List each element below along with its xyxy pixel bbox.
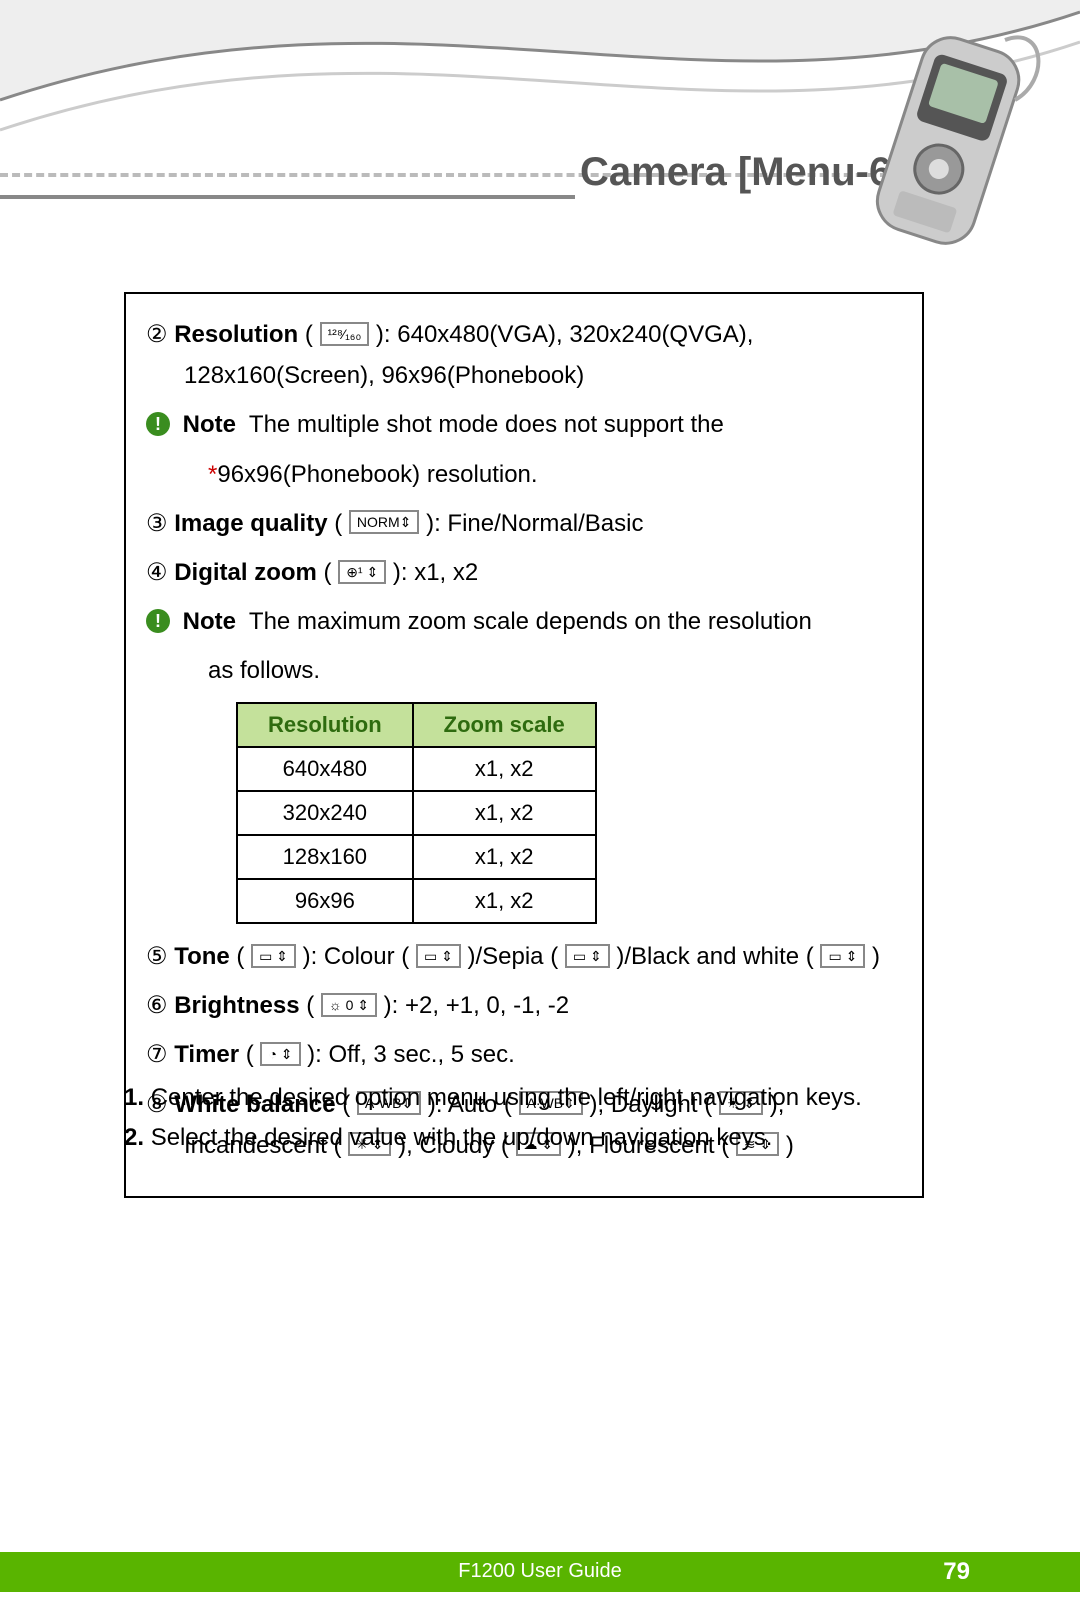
note-zoom-cont: as follows.: [146, 652, 902, 689]
note-zoom: ! Note The maximum zoom scale depends on…: [146, 603, 902, 640]
note-resolution: ! Note The multiple shot mode does not s…: [146, 406, 902, 443]
zoom-scale-table: Resolution Zoom scale 640x480x1, x2 320x…: [236, 702, 597, 924]
item-number-7: ⑦: [146, 1041, 168, 1068]
item-number-4: ④: [146, 559, 168, 586]
option-values: Off, 3 sec., 5 sec.: [329, 1041, 515, 1068]
option-label: Image quality: [174, 510, 327, 537]
page-footer: F1200 User Guide 79: [0, 1552, 1080, 1592]
tone-sepia-icon: ▭ ⇕: [565, 944, 610, 968]
tone-colour-icon: ▭ ⇕: [416, 944, 461, 968]
item-number-5: ⑤: [146, 943, 168, 970]
table-header-zoom: Zoom scale: [413, 703, 596, 747]
note-resolution-cont: *96x96(Phonebook) resolution.: [146, 456, 902, 493]
phone-illustration: [835, 20, 1055, 280]
header-solid-divider: [0, 195, 575, 199]
footer-guide-title: F1200 User Guide: [458, 1560, 621, 1583]
instruction-step-1: 1. Center the desired option menu using …: [124, 1080, 924, 1116]
item-number-3: ③: [146, 510, 168, 537]
tone-bw-icon: ▭ ⇕: [820, 944, 865, 968]
option-resolution: ② Resolution ( ¹²⁸⁄₁₆₀ ): 640x480(VGA), …: [146, 316, 902, 353]
option-label: Resolution: [174, 321, 298, 348]
item-number-6: ⑥: [146, 992, 168, 1019]
note-label: Note: [183, 411, 236, 438]
option-brightness: ⑥ Brightness ( ☼ 0 ⇕ ): +2, +1, 0, -1, -…: [146, 987, 902, 1024]
note-asterisk: *: [208, 461, 217, 488]
brightness-icon: ☼ 0 ⇕: [321, 993, 377, 1017]
table-row: 640x480x1, x2: [237, 747, 596, 791]
note-text: The maximum zoom scale depends on the re…: [249, 608, 812, 635]
item-number-2: ②: [146, 321, 168, 348]
note-label: Note: [183, 608, 236, 635]
options-box: ② Resolution ( ¹²⁸⁄₁₆₀ ): 640x480(VGA), …: [124, 292, 924, 1198]
option-values: x1, x2: [414, 559, 478, 586]
option-values: +2, +1, 0, -1, -2: [405, 992, 569, 1019]
table-row: 128x160x1, x2: [237, 835, 596, 879]
option-image-quality: ③ Image quality ( NORM⇕ ): Fine/Normal/B…: [146, 505, 902, 542]
footer-page-number: 79: [943, 1558, 970, 1586]
option-label: Timer: [174, 1041, 239, 1068]
option-values: Fine/Normal/Basic: [447, 510, 643, 537]
option-label: Digital zoom: [174, 559, 317, 586]
table-row: 320x240x1, x2: [237, 791, 596, 835]
option-label: Brightness: [174, 992, 299, 1019]
note-icon: !: [146, 412, 170, 436]
option-values: 640x480(VGA), 320x240(QVGA),: [397, 321, 753, 348]
tone-icon: ▭ ⇕: [251, 944, 296, 968]
resolution-icon: ¹²⁸⁄₁₆₀: [320, 322, 370, 346]
zoom-icon: ⊕¹ ⇕: [338, 560, 386, 584]
timer-icon: ◔ ⇕: [260, 1042, 300, 1066]
note-icon: !: [146, 609, 170, 633]
image-quality-icon: NORM⇕: [349, 510, 420, 534]
note-text: The multiple shot mode does not support …: [249, 411, 724, 438]
option-tone: ⑤ Tone ( ▭ ⇕ ): Colour ( ▭ ⇕ )/Sepia ( ▭…: [146, 938, 902, 975]
table-row: 96x96x1, x2: [237, 879, 596, 923]
option-label: Tone: [174, 943, 230, 970]
option-resolution-cont: 128x160(Screen), 96x96(Phonebook): [146, 357, 902, 394]
option-timer: ⑦ Timer ( ◔ ⇕ ): Off, 3 sec., 5 sec.: [146, 1036, 902, 1073]
option-digital-zoom: ④ Digital zoom ( ⊕¹ ⇕ ): x1, x2: [146, 554, 902, 591]
instruction-step-2: 2. Select the desired value with the up/…: [124, 1120, 924, 1156]
table-header-resolution: Resolution: [237, 703, 413, 747]
